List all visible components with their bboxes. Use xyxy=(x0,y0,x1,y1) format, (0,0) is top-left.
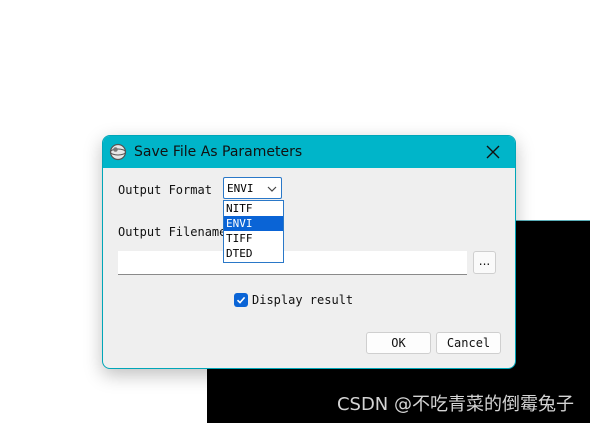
ok-button[interactable]: OK xyxy=(366,332,431,354)
display-result-checkbox[interactable] xyxy=(234,293,248,307)
chevron-down-icon xyxy=(267,186,277,192)
checkmark-icon xyxy=(236,296,246,304)
format-option-nitf[interactable]: NITF xyxy=(224,201,283,216)
output-filename-label: Output Filename xyxy=(118,225,223,239)
browse-button[interactable]: ... xyxy=(473,251,496,274)
app-icon xyxy=(109,143,127,161)
title-bar[interactable]: Save File As Parameters xyxy=(103,136,515,168)
cancel-button[interactable]: Cancel xyxy=(436,332,501,354)
format-option-tiff[interactable]: TIFF xyxy=(224,231,283,246)
close-icon xyxy=(486,145,500,159)
output-format-select[interactable]: ENVI xyxy=(223,177,282,199)
display-result-row[interactable]: Display result xyxy=(234,292,353,308)
display-result-label: Display result xyxy=(252,293,354,307)
output-format-selected: ENVI xyxy=(227,182,254,195)
save-file-dialog: Save File As Parameters Output Format EN… xyxy=(102,135,516,369)
watermark: CSDN @不吃青菜的倒霉兔子 xyxy=(336,394,574,415)
output-format-dropdown: NITF ENVI TIFF DTED xyxy=(223,200,284,263)
output-format-label: Output Format xyxy=(118,183,212,197)
format-option-dted[interactable]: DTED xyxy=(224,246,283,261)
format-option-envi[interactable]: ENVI xyxy=(224,216,283,231)
dialog-title: Save File As Parameters xyxy=(134,144,303,160)
output-filename-input[interactable] xyxy=(118,251,467,275)
close-button[interactable] xyxy=(471,136,515,168)
